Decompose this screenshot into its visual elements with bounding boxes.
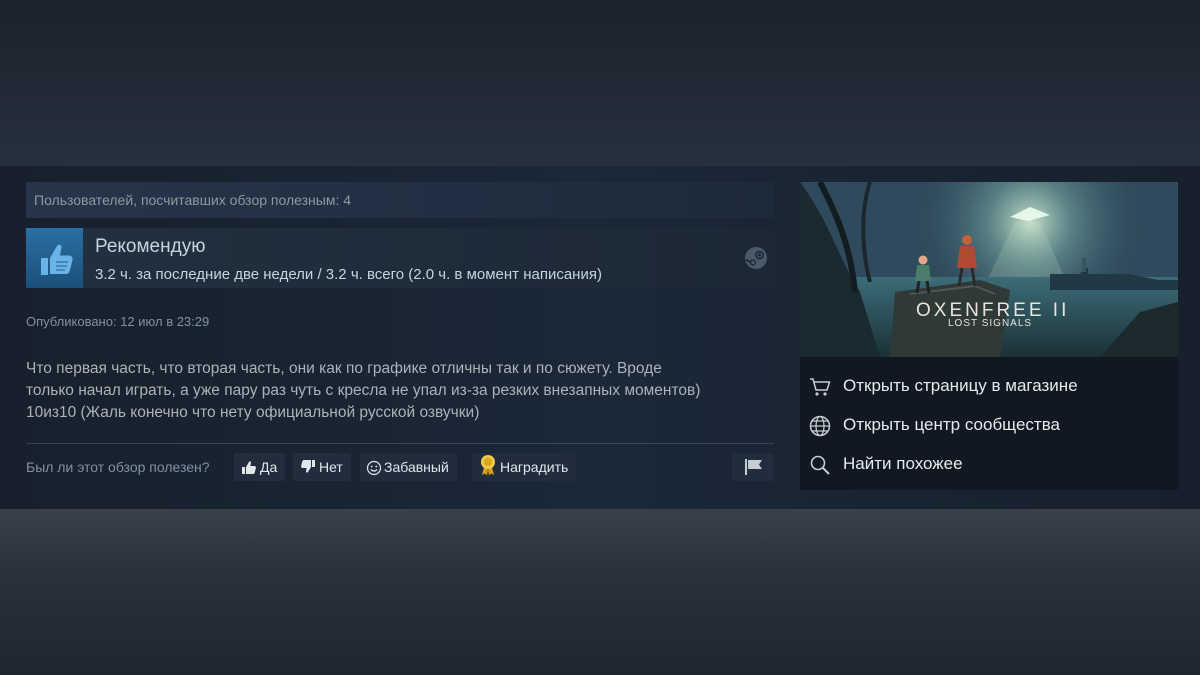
globe-icon (809, 415, 831, 437)
award-icon (481, 455, 495, 476)
smiley-icon (366, 460, 382, 476)
steam-icon (745, 247, 767, 269)
review-text-line: Что первая часть, что вторая часть, они … (26, 360, 662, 377)
page-background-bottom (0, 509, 1200, 675)
vote-yes-label: Да (260, 459, 278, 475)
helpful-question: Был ли этот обзор полезен? (26, 459, 210, 475)
helpful-count-bar: Пользователей, посчитавших обзор полезны… (26, 182, 774, 218)
thumbs-up-icon (26, 228, 83, 288)
open-community-hub-link[interactable]: Открыть центр сообщества (808, 411, 1168, 441)
hours-played: 3.2 ч. за последние две недели / 3.2 ч. … (95, 266, 602, 283)
open-store-page-label: Открыть страницу в магазине (843, 376, 1078, 395)
divider (26, 443, 774, 444)
game-art (800, 182, 1178, 357)
posted-date: Опубликовано: 12 июл в 23:29 (26, 314, 210, 329)
review-verdict: Рекомендую (95, 236, 206, 257)
vote-no-button[interactable]: Нет (293, 453, 351, 481)
review-controls: Был ли этот обзор полезен? Да Нет Забавн… (26, 453, 774, 481)
vote-funny-label: Забавный (384, 459, 449, 475)
page-background-top (0, 0, 1200, 166)
game-logo-subtitle: LOST SIGNALS (948, 318, 1033, 329)
game-sidebar: OXENFREE II LOST SIGNALS Открыть страниц… (800, 182, 1178, 490)
thumbs-up-icon (242, 461, 256, 474)
review-text: Что первая часть, что вторая часть, они … (26, 358, 766, 424)
flag-icon (745, 459, 762, 475)
find-similar-label: Найти похожее (843, 454, 963, 473)
magnifier-icon (810, 455, 830, 475)
review-text-line: только начал играть, а уже пару раз чуть… (26, 382, 701, 399)
open-community-hub-label: Открыть центр сообщества (843, 415, 1061, 434)
review-panel: Пользователей, посчитавших обзор полезны… (26, 182, 774, 482)
vote-no-label: Нет (319, 459, 343, 475)
vote-funny-button[interactable]: Забавный (360, 453, 457, 481)
vote-yes-button[interactable]: Да (234, 453, 286, 481)
thumbs-down-icon (301, 460, 315, 473)
open-store-page-link[interactable]: Открыть страницу в магазине (808, 372, 1168, 402)
vote-header[interactable]: Рекомендую 3.2 ч. за последние две недел… (26, 228, 774, 288)
cart-icon (810, 378, 831, 396)
review-text-line: 10из10 (Жаль конечно что нету официально… (26, 404, 480, 421)
game-capsule-image[interactable]: OXENFREE II LOST SIGNALS (800, 182, 1178, 357)
find-similar-link[interactable]: Найти похожее (808, 450, 1168, 480)
award-label: Наградить (500, 459, 569, 475)
report-button[interactable] (732, 453, 774, 481)
award-button[interactable]: Наградить (472, 453, 577, 481)
